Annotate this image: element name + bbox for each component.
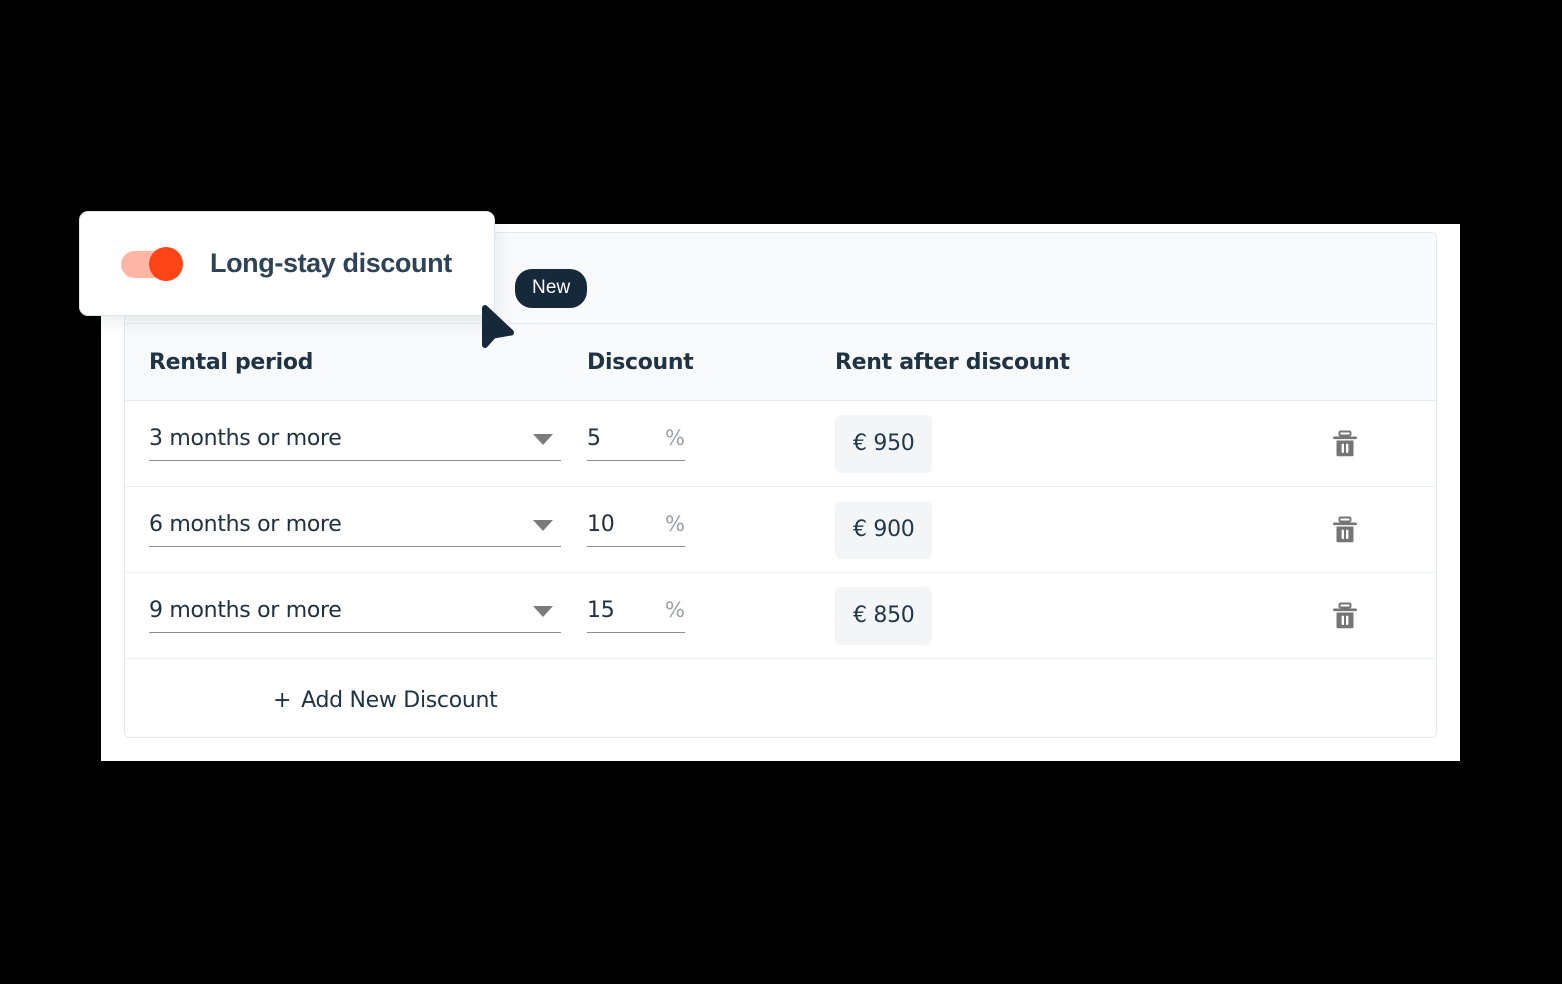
- row-cell-actions: [1275, 422, 1414, 466]
- trash-icon: [1332, 602, 1357, 628]
- add-new-discount-button[interactable]: + Add New Discount: [273, 688, 498, 713]
- delete-discount-button[interactable]: [1323, 508, 1367, 552]
- row-cell-discount: 10 %: [587, 512, 835, 547]
- row-cell-discount: 5 %: [587, 426, 835, 461]
- discount-input[interactable]: 10 %: [587, 512, 685, 547]
- row-cell-rental-period: 6 months or more: [125, 512, 587, 547]
- add-new-discount-label: Add New Discount: [301, 687, 498, 713]
- delete-discount-button[interactable]: [1323, 422, 1367, 466]
- table-header-row: Rental period Discount Rent after discou…: [125, 324, 1436, 401]
- rental-period-value: 6 months or more: [149, 512, 342, 537]
- plus-icon: +: [273, 687, 292, 713]
- tooltip-title: Long-stay discount: [210, 248, 452, 278]
- chevron-down-icon: [533, 606, 553, 617]
- header-cell-rental-period: Rental period: [125, 350, 587, 375]
- screenshot-stage: New Rental period Discount Rent after di…: [0, 0, 1562, 984]
- percent-icon: %: [665, 598, 685, 622]
- rent-after-discount-value: € 950: [835, 414, 933, 473]
- row-cell-rent-after-discount: € 850: [835, 586, 1275, 645]
- row-cell-actions: [1275, 594, 1414, 638]
- long-stay-discount-tooltip: Long-stay discount: [79, 211, 495, 316]
- header-cell-discount: Discount: [587, 350, 835, 375]
- trash-icon: [1332, 430, 1357, 456]
- chevron-down-icon: [533, 434, 553, 445]
- toggle-knob: [149, 246, 183, 281]
- discount-input[interactable]: 5 %: [587, 426, 685, 461]
- row-cell-rent-after-discount: € 900: [835, 500, 1275, 559]
- table-row: 9 months or more 15 % € 850: [125, 573, 1436, 659]
- delete-discount-button[interactable]: [1323, 594, 1367, 638]
- header-label-rent-after-discount: Rent after discount: [835, 349, 1070, 375]
- row-cell-discount: 15 %: [587, 598, 835, 633]
- row-cell-rental-period: 3 months or more: [125, 426, 587, 461]
- rental-period-select[interactable]: 3 months or more: [149, 426, 561, 461]
- new-badge: New: [515, 269, 588, 308]
- header-label-rental-period: Rental period: [149, 349, 314, 375]
- percent-icon: %: [665, 426, 685, 450]
- discount-value: 5: [587, 426, 601, 451]
- row-cell-rental-period: 9 months or more: [125, 598, 587, 633]
- rental-period-select[interactable]: 6 months or more: [149, 512, 561, 547]
- header-cell-rent-after-discount: Rent after discount: [835, 350, 1275, 375]
- row-cell-rent-after-discount: € 950: [835, 414, 1275, 473]
- table-row: 6 months or more 10 % € 900: [125, 487, 1436, 573]
- add-discount-row: + Add New Discount: [125, 659, 1436, 737]
- rental-period-value: 9 months or more: [149, 598, 342, 623]
- rental-period-select[interactable]: 9 months or more: [149, 598, 561, 633]
- discount-input[interactable]: 15 %: [587, 598, 685, 633]
- row-cell-actions: [1275, 508, 1414, 552]
- trash-icon: [1332, 516, 1357, 542]
- chevron-down-icon: [533, 520, 553, 531]
- table-row: 3 months or more 5 % € 950: [125, 401, 1436, 487]
- rental-period-value: 3 months or more: [149, 426, 342, 451]
- mouse-cursor-icon: [482, 305, 514, 348]
- rent-after-discount-value: € 850: [835, 586, 933, 645]
- discount-value: 10: [587, 512, 615, 537]
- discount-value: 15: [587, 598, 615, 623]
- rent-after-discount-value: € 900: [835, 500, 933, 559]
- percent-icon: %: [665, 512, 685, 536]
- header-label-discount: Discount: [587, 349, 694, 375]
- long-stay-discount-toggle[interactable]: [121, 246, 183, 281]
